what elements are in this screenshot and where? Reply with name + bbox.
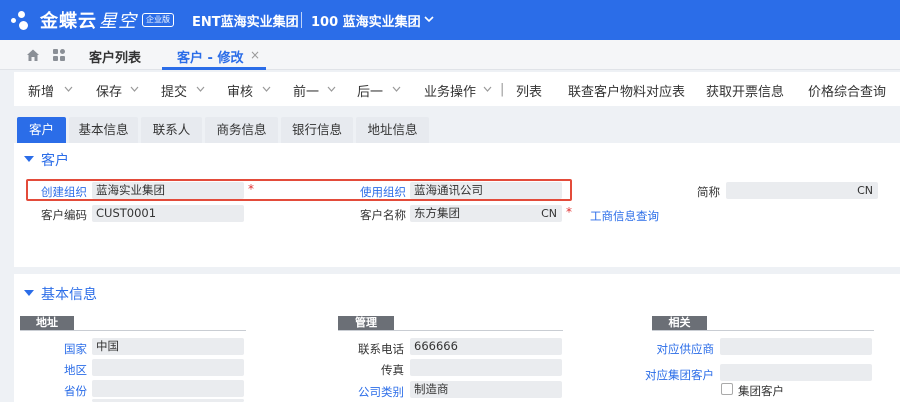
chevron-down-icon[interactable]	[392, 86, 401, 92]
phone-label: 联系电话	[358, 342, 404, 356]
group-divider	[20, 330, 246, 331]
chevron-down-icon[interactable]	[483, 86, 492, 92]
group-header-address: 地址	[20, 316, 74, 330]
header-divider	[301, 12, 302, 28]
region-field[interactable]	[92, 359, 244, 376]
group-customer-field[interactable]	[720, 364, 872, 381]
fax-label: 传真	[381, 363, 404, 377]
group-header-manage: 管理	[338, 316, 394, 330]
tab-contacts[interactable]: 联系人	[141, 117, 202, 143]
page-tab-bar: 客户列表 客户 - 修改 ×	[0, 40, 900, 70]
save-button[interactable]: 保存	[96, 81, 122, 100]
short-name-field[interactable]: CN	[726, 182, 878, 199]
submit-button[interactable]: 提交	[161, 81, 187, 100]
app-header: 金蝶云 星空 企业版 ENT蓝海实业集团 100 蓝海实业集团	[0, 0, 900, 40]
country-label[interactable]: 国家	[30, 341, 87, 357]
customer-code-label: 客户编码	[41, 208, 87, 222]
active-tab-indicator	[162, 67, 266, 70]
highlight-box	[26, 179, 572, 201]
tab-address-info[interactable]: 地址信息	[356, 117, 429, 143]
price-query-button[interactable]: 价格综合查询	[808, 81, 886, 100]
collapse-triangle-icon[interactable]	[24, 156, 34, 162]
new-button[interactable]: 新增	[28, 81, 54, 100]
group-customer-label[interactable]: 对应集团客户	[630, 367, 714, 383]
chevron-down-icon[interactable]	[327, 86, 336, 92]
region-label[interactable]: 地区	[30, 362, 87, 378]
phone-field[interactable]: 666666	[410, 338, 562, 355]
required-mark: *	[566, 205, 572, 219]
brand-name: 金蝶云 星空	[40, 11, 137, 32]
short-name-label: 简称	[697, 185, 720, 199]
business-ops-button[interactable]: 业务操作	[424, 81, 476, 100]
chevron-down-icon[interactable]	[130, 86, 139, 92]
toolbar: 新增 保存 提交 审核 前一 后一 业务操作 | 列表 联查客户物料对应表 获取…	[14, 72, 900, 106]
group-header-related: 相关	[652, 316, 707, 330]
get-invoice-info-button[interactable]: 获取开票信息	[706, 81, 784, 100]
org-title: ENT蓝海实业集团	[192, 15, 299, 30]
business-info-query-link[interactable]: 工商信息查询	[590, 208, 659, 224]
close-icon[interactable]: ×	[250, 48, 260, 62]
tab-bank-info[interactable]: 银行信息	[281, 117, 353, 143]
section-title-basic-info: 基本信息	[41, 287, 97, 303]
kingdee-logo-icon	[9, 8, 31, 32]
tab-business-info[interactable]: 商务信息	[205, 117, 278, 143]
customer-name-field[interactable]: 东方集团 CN	[410, 205, 562, 222]
chevron-down-icon[interactable]	[196, 86, 205, 92]
list-button[interactable]: 列表	[516, 81, 542, 100]
tab-basic-info[interactable]: 基本信息	[69, 117, 138, 143]
chevron-down-icon[interactable]	[64, 86, 73, 92]
query-material-mapping-button[interactable]: 联查客户物料对应表	[568, 81, 685, 100]
province-label[interactable]: 省份	[30, 383, 87, 399]
supplier-field[interactable]	[720, 338, 872, 355]
chevron-down-icon[interactable]	[424, 14, 434, 24]
tab-customer[interactable]: 客户	[17, 117, 66, 143]
group-divider	[652, 330, 874, 331]
next-button[interactable]: 后一	[357, 81, 383, 100]
supplier-label[interactable]: 对应供应商	[630, 341, 715, 357]
fax-field[interactable]	[410, 359, 562, 376]
group-divider	[338, 330, 563, 331]
section-title-customer: 客户	[41, 153, 69, 169]
chevron-down-icon[interactable]	[262, 86, 271, 92]
language-suffix: CN	[541, 207, 557, 220]
tab-customer-edit[interactable]: 客户 - 修改	[177, 47, 243, 66]
collapse-triangle-icon[interactable]	[24, 290, 34, 296]
edition-badge: 企业版	[142, 13, 174, 27]
group-customer-check-label: 集团客户	[738, 384, 784, 398]
tab-customer-list[interactable]: 客户列表	[89, 47, 141, 66]
form-tab-bar: 客户 基本信息 联系人 商务信息 银行信息 地址信息	[14, 116, 900, 144]
apps-grid-icon[interactable]	[52, 48, 66, 62]
company-type-field[interactable]: 制造商	[410, 381, 562, 398]
toolbar-divider: |	[500, 82, 505, 97]
company-type-label[interactable]: 公司类别	[340, 384, 404, 400]
country-field[interactable]: 中国	[92, 338, 244, 355]
province-field[interactable]	[92, 380, 244, 397]
language-suffix: CN	[857, 184, 873, 197]
org-switcher[interactable]: 100 蓝海实业集团	[311, 11, 421, 30]
previous-button[interactable]: 前一	[293, 81, 319, 100]
customer-code-field[interactable]: CUST0001	[92, 205, 244, 222]
customer-name-label: 客户名称	[360, 208, 406, 222]
group-customer-checkbox[interactable]	[721, 383, 733, 395]
home-icon[interactable]	[26, 48, 40, 62]
audit-button[interactable]: 审核	[227, 81, 253, 100]
